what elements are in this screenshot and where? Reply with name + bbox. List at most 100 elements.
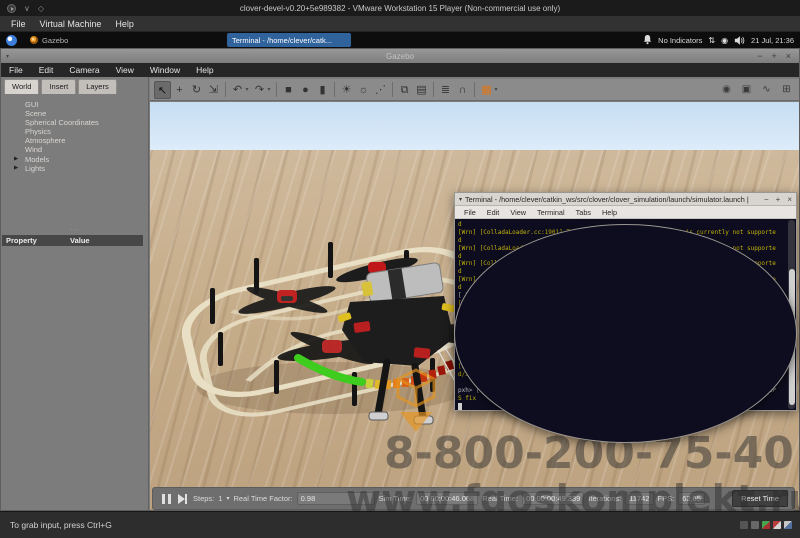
vmware-statusbar: To grab input, press Ctrl+G [0, 511, 800, 538]
plot-icon[interactable]: ∿ [758, 81, 775, 99]
window-menu-icon[interactable]: ▾ [6, 53, 9, 60]
toolbar-separator[interactable] [433, 82, 434, 97]
building-editor-caret-icon[interactable]: ▾ [492, 81, 500, 99]
tree-item-label: Models [25, 155, 49, 164]
window-menu-icon[interactable]: ▾ [459, 196, 462, 203]
taskbar-button[interactable]: Gazebo [25, 33, 221, 47]
maximize-button[interactable]: + [771, 51, 776, 61]
steps-value[interactable]: 1 [218, 494, 222, 503]
gazebo-menu-item[interactable]: Window [142, 65, 188, 75]
spot-light-icon[interactable]: ☼ [355, 81, 372, 99]
gazebo-menu-item[interactable]: Help [188, 65, 221, 75]
terminal-menu-item[interactable]: Help [597, 208, 622, 217]
system-tray: No Indicators ⇅ ◉ 21 Jul, 21:36 [643, 35, 794, 45]
minimize-button[interactable]: − [757, 51, 762, 61]
status-circle-icon[interactable]: ◉ [721, 36, 728, 45]
left-panel-tab[interactable]: Insert [41, 79, 76, 94]
expand-arrow-icon[interactable]: ▶ [14, 164, 18, 173]
notification-bell-icon[interactable] [643, 35, 652, 45]
vmware-menu-item[interactable]: Help [108, 16, 141, 32]
data-logger-icon[interactable]: ▣ [738, 81, 755, 99]
network-indicator-icon[interactable] [784, 521, 792, 529]
gazebo-menu-item[interactable]: Edit [31, 65, 62, 75]
left-panel-tab[interactable]: World [4, 79, 39, 94]
close-button[interactable]: × [786, 51, 791, 61]
maximize-button[interactable]: + [776, 195, 781, 204]
select-tool-icon[interactable]: ↖ [154, 81, 171, 99]
device-indicators [740, 521, 792, 529]
scale-tool-icon[interactable]: ⇲ [205, 81, 222, 99]
terminal-menu-item[interactable]: Terminal [532, 208, 570, 217]
toolbar-separator[interactable] [334, 82, 335, 97]
usb-indicator-icon[interactable] [751, 521, 759, 529]
terminal-menu-item[interactable]: View [505, 208, 531, 217]
toolbar-separator[interactable] [276, 82, 277, 97]
vmware-menubar: FileVirtual MachineHelp [0, 16, 800, 32]
tree-item-label: GUI [25, 100, 38, 109]
rtf-value: 0.98 [297, 492, 375, 505]
display-indicator-icon[interactable] [740, 521, 748, 529]
minimize-button[interactable]: − [764, 195, 769, 204]
align-tool-icon[interactable]: ≣ [437, 81, 454, 99]
steps-caret-icon[interactable]: ▾ [226, 495, 229, 502]
world-tree: ▶ GUI ▶ Scene ▶ Spherical Coordinates ▶ … [1, 100, 148, 173]
toolbar-separator[interactable] [225, 82, 226, 97]
terminal-menu-item[interactable]: Edit [482, 208, 505, 217]
network-updown-icon[interactable]: ⇅ [708, 36, 715, 45]
step-button[interactable] [178, 494, 185, 504]
left-panel-tab[interactable]: Layers [78, 79, 117, 94]
tree-item[interactable]: ▶ GUI [1, 100, 148, 109]
copy-icon[interactable]: ⧉ [396, 81, 413, 99]
toolbar-separator[interactable] [392, 82, 393, 97]
terminal-menu-item[interactable]: File [459, 208, 481, 217]
applications-menu-icon[interactable] [6, 35, 17, 46]
tree-item[interactable]: ▶ Lights [1, 164, 148, 173]
tree-item[interactable]: ▶ Spherical Coordinates [1, 118, 148, 127]
terminal-menu-item[interactable]: Tabs [571, 208, 596, 217]
video-record-icon[interactable]: ⊞ [778, 81, 795, 99]
expand-arrow-icon[interactable]: ▶ [14, 155, 18, 164]
point-light-icon[interactable]: ☀ [338, 81, 355, 99]
tree-item-label: Spherical Coordinates [25, 118, 99, 127]
snap-magnet-icon[interactable]: ∩ [454, 81, 471, 99]
collapse-icon[interactable]: ∨ [24, 4, 30, 13]
vmware-menu-item[interactable]: Virtual Machine [33, 16, 109, 32]
insert-sphere-icon[interactable]: ● [297, 81, 314, 99]
gazebo-menu-item[interactable]: View [108, 65, 142, 75]
taskbar-button[interactable]: Terminal - /home/clever/catk... [227, 33, 351, 47]
clock[interactable]: 21 Jul, 21:36 [751, 36, 794, 45]
detach-icon[interactable]: ◇ [38, 4, 44, 13]
terminal-menubar: FileEditViewTerminalTabsHelp [455, 206, 796, 219]
cdrom-indicator-icon[interactable] [773, 521, 781, 529]
redo-history-caret-icon[interactable]: ▾ [265, 81, 273, 99]
paste-icon[interactable]: ▤ [413, 81, 430, 99]
hdd-indicator-icon[interactable] [762, 521, 770, 529]
vmware-menu-item[interactable]: File [4, 16, 33, 32]
value-column-header: Value [70, 235, 90, 246]
volume-icon[interactable] [734, 36, 745, 45]
tree-item[interactable]: ▶ Physics [1, 127, 148, 136]
directional-light-icon[interactable]: ⋰ [372, 81, 389, 99]
toolbar-separator[interactable] [474, 82, 475, 97]
sim-time-label: Sim Time: [379, 494, 412, 503]
translate-tool-icon[interactable]: + [171, 81, 188, 99]
tree-item[interactable]: ▶ Atmosphere [1, 136, 148, 145]
insert-cylinder-icon[interactable]: ▮ [314, 81, 331, 99]
undo-history-caret-icon[interactable]: ▾ [243, 81, 251, 99]
rotate-tool-icon[interactable]: ↻ [188, 81, 205, 99]
tree-item-label: Scene [25, 109, 46, 118]
gazebo-menu-item[interactable]: Camera [61, 65, 107, 75]
panel-splitter-handle[interactable]: ··· [1, 227, 148, 233]
gazebo-toolbar: ↖+↻⇲↶▾↷▾■●▮☀☼⋰⧉▤≣∩▦▾ ◉▣∿⊞ [150, 79, 799, 101]
tree-item[interactable]: ▶ Models [1, 155, 148, 164]
iterations-label: Iterations: [588, 494, 621, 503]
tree-item[interactable]: ▶ Scene [1, 109, 148, 118]
close-button[interactable]: × [787, 195, 792, 204]
insert-box-icon[interactable]: ■ [280, 81, 297, 99]
real-time-value: 00 00:00:49.339 [522, 492, 584, 505]
tree-item[interactable]: ▶ Wind [1, 145, 148, 154]
pause-button[interactable] [162, 494, 171, 504]
reset-time-button[interactable]: Reset Time [732, 490, 788, 507]
gazebo-menu-item[interactable]: File [1, 65, 31, 75]
screenshot-icon[interactable]: ◉ [718, 81, 735, 99]
